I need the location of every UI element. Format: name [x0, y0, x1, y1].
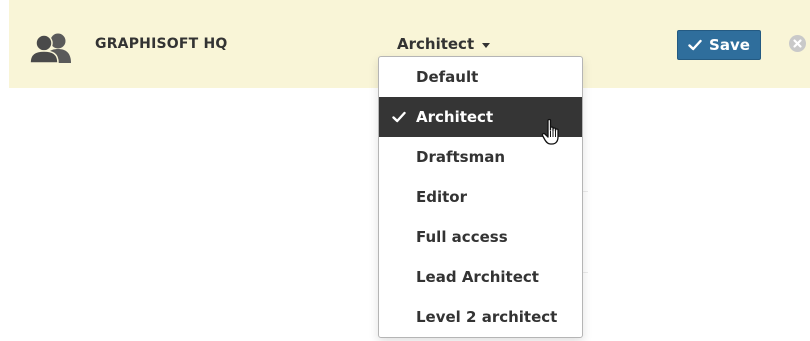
dropdown-item-default[interactable]: Default — [379, 57, 582, 97]
dropdown-item-label: Default — [416, 68, 479, 86]
caret-down-icon — [482, 42, 491, 48]
dropdown-item-label: Lead Architect — [416, 268, 539, 286]
dropdown-item-label: Architect — [416, 108, 494, 126]
dropdown-item-label: Level 2 architect — [416, 308, 558, 326]
role-dropdown-menu: Default Architect Draftsman Editor Full … — [378, 56, 583, 338]
checkmark-icon — [392, 111, 406, 123]
dropdown-item-label: Editor — [416, 188, 467, 206]
dropdown-item-level-2-architect[interactable]: Level 2 architect — [379, 297, 582, 337]
close-circle-icon — [793, 39, 802, 48]
role-select[interactable]: Architect — [397, 34, 491, 54]
hand-pointer-icon — [541, 118, 559, 145]
group-users-icon — [29, 33, 71, 63]
group-name: GRAPHISOFT HQ — [95, 36, 228, 52]
role-select-value: Architect — [397, 35, 475, 53]
save-button-label: Save — [709, 36, 750, 54]
save-button[interactable]: Save — [677, 30, 761, 60]
user-group-permission-row: GRAPHISOFT HQ Architect Save Default Arc… — [0, 0, 810, 341]
dropdown-item-full-access[interactable]: Full access — [379, 217, 582, 257]
close-button[interactable] — [789, 35, 806, 52]
dropdown-item-lead-architect[interactable]: Lead Architect — [379, 257, 582, 297]
dropdown-item-label: Full access — [416, 228, 508, 246]
dropdown-item-label: Draftsman — [416, 148, 506, 166]
checkmark-icon — [688, 39, 702, 51]
dropdown-item-editor[interactable]: Editor — [379, 177, 582, 217]
